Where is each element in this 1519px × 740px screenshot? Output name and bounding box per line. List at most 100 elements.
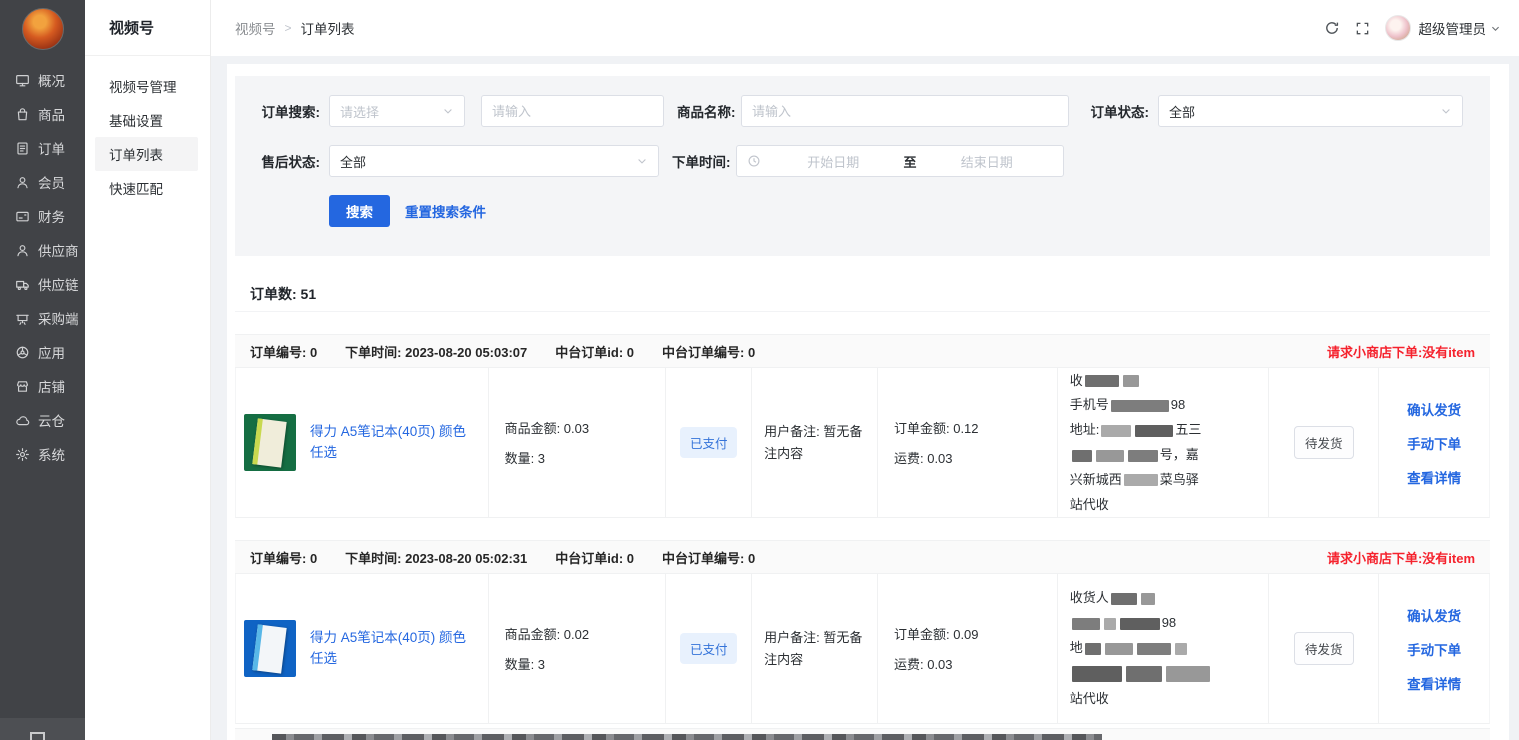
sidebar-item-apps[interactable]: 应用 (0, 335, 85, 369)
order-body: 得力 A5笔记本(40页) 颜色任选 商品金额: 0.03数量: 3 已支付 用… (235, 368, 1490, 518)
sidebar-item-goods[interactable]: 商品 (0, 97, 85, 131)
sidebar-item-cloud-warehouse[interactable]: 云仓 (0, 403, 85, 437)
pay-status-cell: 已支付 (666, 368, 752, 517)
order-meta-item: 中台订单id: 0 (555, 548, 634, 567)
sidebar-item-members[interactable]: 会员 (0, 165, 85, 199)
after-sale-select[interactable]: 全部 (329, 145, 659, 177)
redacted-block (1085, 375, 1119, 387)
sidebar-item-orders[interactable]: 订单 (0, 131, 85, 165)
submenu-item-order-list[interactable]: 订单列表 (95, 137, 198, 171)
sidebar-item-label: 订单 (38, 138, 65, 158)
filter-panel: 订单搜索: 请选择 商品名称: 订单状态: 全部 (235, 76, 1490, 256)
breadcrumb-item[interactable]: 订单列表 (301, 18, 355, 38)
redacted-block (1096, 450, 1124, 462)
total-line: 订单金额: 0.09 (894, 624, 1057, 643)
amount-cell: 商品金额: 0.02数量: 3 (489, 574, 667, 723)
order-header: 订单编号: 0下单时间: 2023-08-20 05:03:07中台订单id: … (235, 334, 1490, 368)
address-text: 号，嘉 (1160, 447, 1199, 462)
address-text: 地 (1070, 640, 1083, 655)
order-time-label: 下单时间: (672, 151, 728, 171)
breadcrumb-item[interactable]: 视频号 (235, 18, 276, 38)
order-action-link[interactable]: 手动下单 (1407, 433, 1461, 453)
date-range-picker[interactable]: 开始日期 至 结束日期 (736, 145, 1064, 177)
remark-cell: 用户备注: 暂无备注内容 (752, 574, 878, 723)
order-action-link[interactable]: 确认发货 (1407, 399, 1461, 419)
order-search-type-select[interactable]: 请选择 (329, 95, 465, 127)
product-image[interactable] (244, 620, 296, 677)
order-search-input[interactable] (481, 95, 664, 127)
gear-icon (14, 446, 30, 462)
user-remark: 用户备注: 暂无备注内容 (764, 627, 865, 670)
submenu-title: 视频号 (85, 0, 210, 56)
select-value: 请选择 (340, 102, 379, 121)
redacted-strip (272, 734, 1102, 740)
redacted-block (1101, 425, 1131, 437)
sidebar-item-finance[interactable]: 财务 (0, 199, 85, 233)
address-cell: 收货人 98 地站代收 (1058, 574, 1270, 723)
pay-status-cell: 已支付 (666, 574, 752, 723)
sidebar-item-shops[interactable]: 店铺 (0, 369, 85, 403)
reset-search-link[interactable]: 重置搜索条件 (405, 201, 486, 221)
order-status-select[interactable]: 全部 (1158, 95, 1463, 127)
product-name-input[interactable] (741, 95, 1069, 127)
order-body: 得力 A5笔记本(40页) 颜色任选 商品金额: 0.02数量: 3 已支付 用… (235, 574, 1490, 724)
address-line: 收货人 (1070, 588, 1257, 608)
address-text: 站代收 (1070, 691, 1109, 706)
order-search-label: 订单搜索: (250, 101, 320, 121)
address-line: 手机号98 (1070, 395, 1257, 415)
address-line: 号，嘉 (1070, 445, 1257, 465)
user-remark: 用户备注: 暂无备注内容 (764, 421, 865, 464)
breadcrumb-separator: > (285, 21, 292, 35)
user-menu[interactable]: 超级管理员 (1419, 18, 1502, 38)
sidebar-item-system[interactable]: 系统 (0, 437, 85, 471)
order-icon (14, 140, 30, 156)
user-avatar[interactable] (1385, 15, 1411, 41)
order-warning: 请求小商店下单:没有item (1327, 342, 1475, 361)
order-action-link[interactable]: 查看详情 (1407, 673, 1461, 693)
redacted-block (1166, 666, 1210, 682)
product-image[interactable] (244, 414, 296, 471)
order-meta-item: 中台订单id: 0 (555, 342, 634, 361)
clock-icon (747, 154, 761, 168)
actions-cell: 确认发货手动下单查看详情 (1379, 574, 1489, 723)
redacted-block (1126, 666, 1162, 682)
address-text: 菜鸟驿 (1160, 472, 1199, 487)
workspace: 订单搜索: 请选择 商品名称: 订单状态: 全部 (211, 56, 1519, 740)
address-text: 98 (1162, 615, 1176, 630)
order-action-link[interactable]: 手动下单 (1407, 639, 1461, 659)
sidebar-footer[interactable] (0, 718, 85, 740)
order-count: 订单数: 51 (235, 276, 1490, 312)
pay-status-badge: 已支付 (680, 633, 738, 664)
order-meta: 订单编号: 0下单时间: 2023-08-20 05:03:07中台订单id: … (250, 342, 755, 361)
ship-status-badge: 待发货 (1294, 426, 1354, 459)
product-link[interactable]: 得力 A5笔记本(40页) 颜色任选 (310, 422, 488, 464)
order-action-link[interactable]: 确认发货 (1407, 605, 1461, 625)
redacted-block (1111, 593, 1137, 605)
ship-status-cell: 待发货 (1269, 368, 1379, 517)
primary-sidebar: 概况商品订单会员财务供应商供应链采购端应用店铺云仓系统 (0, 0, 85, 740)
redacted-block (1085, 643, 1101, 655)
redacted-block (1072, 618, 1100, 630)
sidebar-item-supply-chain[interactable]: 供应链 (0, 267, 85, 301)
chevron-down-icon (1440, 105, 1452, 117)
order-action-link[interactable]: 查看详情 (1407, 467, 1461, 487)
submenu-item-channel-management[interactable]: 视频号管理 (95, 69, 198, 103)
submenu-item-basic-settings[interactable]: 基础设置 (95, 103, 198, 137)
fullscreen-icon[interactable] (1355, 21, 1370, 36)
submenu-item-quick-match[interactable]: 快速匹配 (95, 171, 198, 205)
address-line: 地 (1070, 638, 1257, 658)
order-meta-item: 下单时间: 2023-08-20 05:02:31 (345, 548, 527, 567)
app-window: 概况商品订单会员财务供应商供应链采购端应用店铺云仓系统 视频号 视频号管理基础设… (0, 0, 1519, 740)
content-card: 订单搜索: 请选择 商品名称: 订单状态: 全部 (227, 64, 1509, 740)
sidebar-item-procurement[interactable]: 采购端 (0, 301, 85, 335)
order-meta-item: 中台订单编号: 0 (662, 342, 755, 361)
product-link[interactable]: 得力 A5笔记本(40页) 颜色任选 (310, 628, 488, 670)
total-cell: 订单金额: 0.09运费: 0.03 (878, 574, 1058, 723)
sidebar-item-overview[interactable]: 概况 (0, 63, 85, 97)
chevron-down-icon (636, 155, 648, 167)
sidebar-item-suppliers[interactable]: 供应商 (0, 233, 85, 267)
amount-line: 数量: 3 (505, 448, 666, 467)
search-button[interactable]: 搜索 (329, 195, 390, 227)
refresh-icon[interactable] (1324, 20, 1340, 36)
order-block: 订单编号: 0下单时间: 2023-08-20 05:02:31中台订单id: … (235, 540, 1490, 724)
